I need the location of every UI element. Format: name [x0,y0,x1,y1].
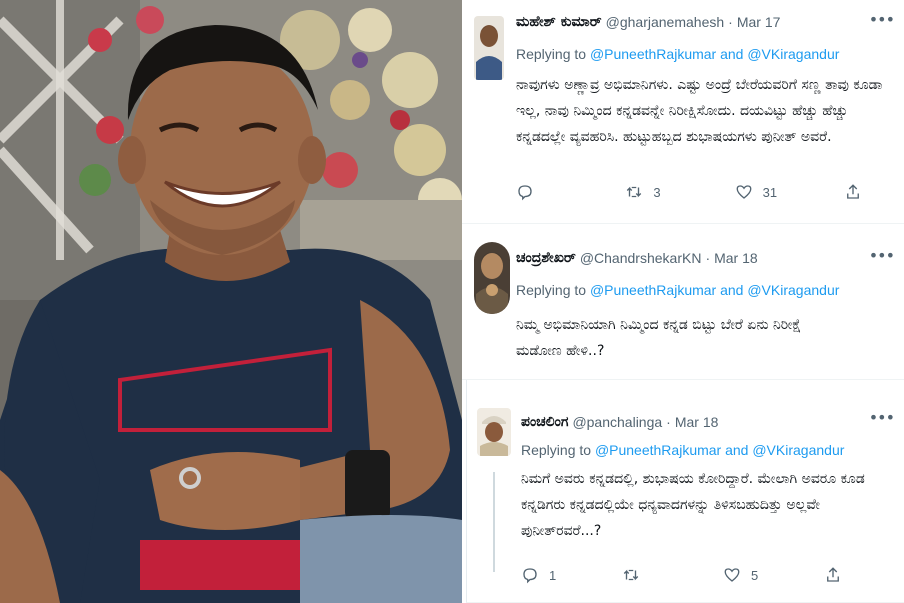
reply-button[interactable]: 1 [521,566,581,584]
like-count: 31 [762,184,778,200]
display-name[interactable]: ಪಂಚಲಿಂಗ [521,414,568,430]
tweet-card[interactable]: ಚಂದ್ರಶೇಖರ್ @ChandrshekarKN · Mar 18 ••• … [462,230,904,380]
replying-to-label: Replying to [516,282,587,298]
display-name[interactable]: ಮಹೇಶ್ ಕುಮಾರ್ [516,14,602,30]
replying-to-mentions[interactable]: @PuneethRajkumar and @VKiragandur [590,46,839,62]
replying-to: Replying to @PuneethRajkumar and @VKirag… [516,282,894,298]
retweet-icon [623,569,639,581]
retweet-button[interactable] [622,566,682,584]
tweet-text: ನಿಮ್ಮ ಅಭಿಮಾನಿಯಾಗಿ ನಿಮ್ಮಿಂದ ಕನ್ನಡ ಬಿಟ್ಟು … [516,317,802,359]
tweet-date[interactable]: Mar 18 [675,414,719,430]
user-handle[interactable]: @panchalinga [572,414,662,430]
tweet-date[interactable]: Mar 18 [714,250,758,266]
tweet-card[interactable]: ಪಂಚಲಿಂಗ @panchalinga · Mar 18 ••• Replyi… [466,380,904,603]
photo-panel [0,0,462,603]
more-icon[interactable]: ••• [869,246,895,265]
reply-icon [523,568,537,584]
share-button[interactable] [824,566,844,584]
tweet-actions: 3 31 [516,180,864,204]
more-icon[interactable]: ••• [869,408,895,427]
user-handle[interactable]: @gharjanemahesh [606,14,725,30]
thread-line [493,472,495,572]
separator-dot: · [728,14,733,30]
like-button[interactable]: 31 [735,183,795,201]
share-icon [847,184,859,199]
separator-dot: · [705,250,711,266]
tweet-header: ಚಂದ್ರಶೇಖರ್ @ChandrshekarKN · Mar 18 [516,248,894,268]
heart-icon [724,568,740,582]
replying-to: Replying to @PuneethRajkumar and @VKirag… [516,46,894,62]
reply-icon [518,185,532,201]
replying-to-label: Replying to [521,442,592,458]
display-name[interactable]: ಚಂದ್ರಶೇಖರ್ [516,250,576,266]
user-avatar[interactable] [477,408,511,456]
like-button[interactable]: 5 [723,566,783,584]
replying-to-mentions[interactable]: @PuneethRajkumar and @VKiragandur [590,282,839,298]
user-avatar[interactable] [474,16,504,80]
tweet-text: ನಾವುಗಳು ಅಣ್ಣಾವ್ರ ಅಭಿಮಾನಿಗಳು. ಎಷ್ಟು ಅಂದ್ರ… [516,77,883,145]
avatar-portrait-icon [477,408,511,456]
tweet-header: ಮಹೇಶ್ ಕುಮಾರ್ @gharjanemahesh · Mar 17 [516,12,894,32]
tweet-header: ಪಂಚಲಿಂಗ @panchalinga · Mar 18 [521,412,894,432]
retweet-count: 3 [653,184,661,200]
avatar-portrait-icon [474,16,504,80]
tweet-date[interactable]: Mar 17 [737,14,781,30]
like-count: 5 [751,567,759,583]
share-button[interactable] [844,183,864,201]
reply-button[interactable] [516,183,576,201]
tweet-text: ನಿಮಗೆ ಅವರು ಕನ್ನಡದಲ್ಲಿ, ಶುಭಾಷಯ ಕೋರಿದ್ದಾರೆ… [521,471,865,539]
replying-to-label: Replying to [516,46,587,62]
smiling-man-photo [0,0,462,603]
separator-dot: · [666,414,671,430]
replying-to: Replying to @PuneethRajkumar and @VKirag… [521,442,894,458]
retweet-icon [627,186,642,198]
reply-count: 1 [549,567,557,583]
avatar-portrait-icon [474,242,510,314]
share-icon [827,567,839,582]
replying-to-mentions[interactable]: @PuneethRajkumar and @VKiragandur [595,442,844,458]
more-icon[interactable]: ••• [869,10,895,29]
tweet-actions: 1 5 [521,563,844,587]
retweet-button[interactable]: 3 [625,183,685,201]
user-avatar[interactable] [474,242,510,314]
heart-icon [736,185,752,199]
tweet-card[interactable]: ಮಹೇಶ್ ಕುಮಾರ್ @gharjanemahesh · Mar 17 ••… [462,0,904,224]
user-handle[interactable]: @ChandrshekarKN [580,250,702,266]
